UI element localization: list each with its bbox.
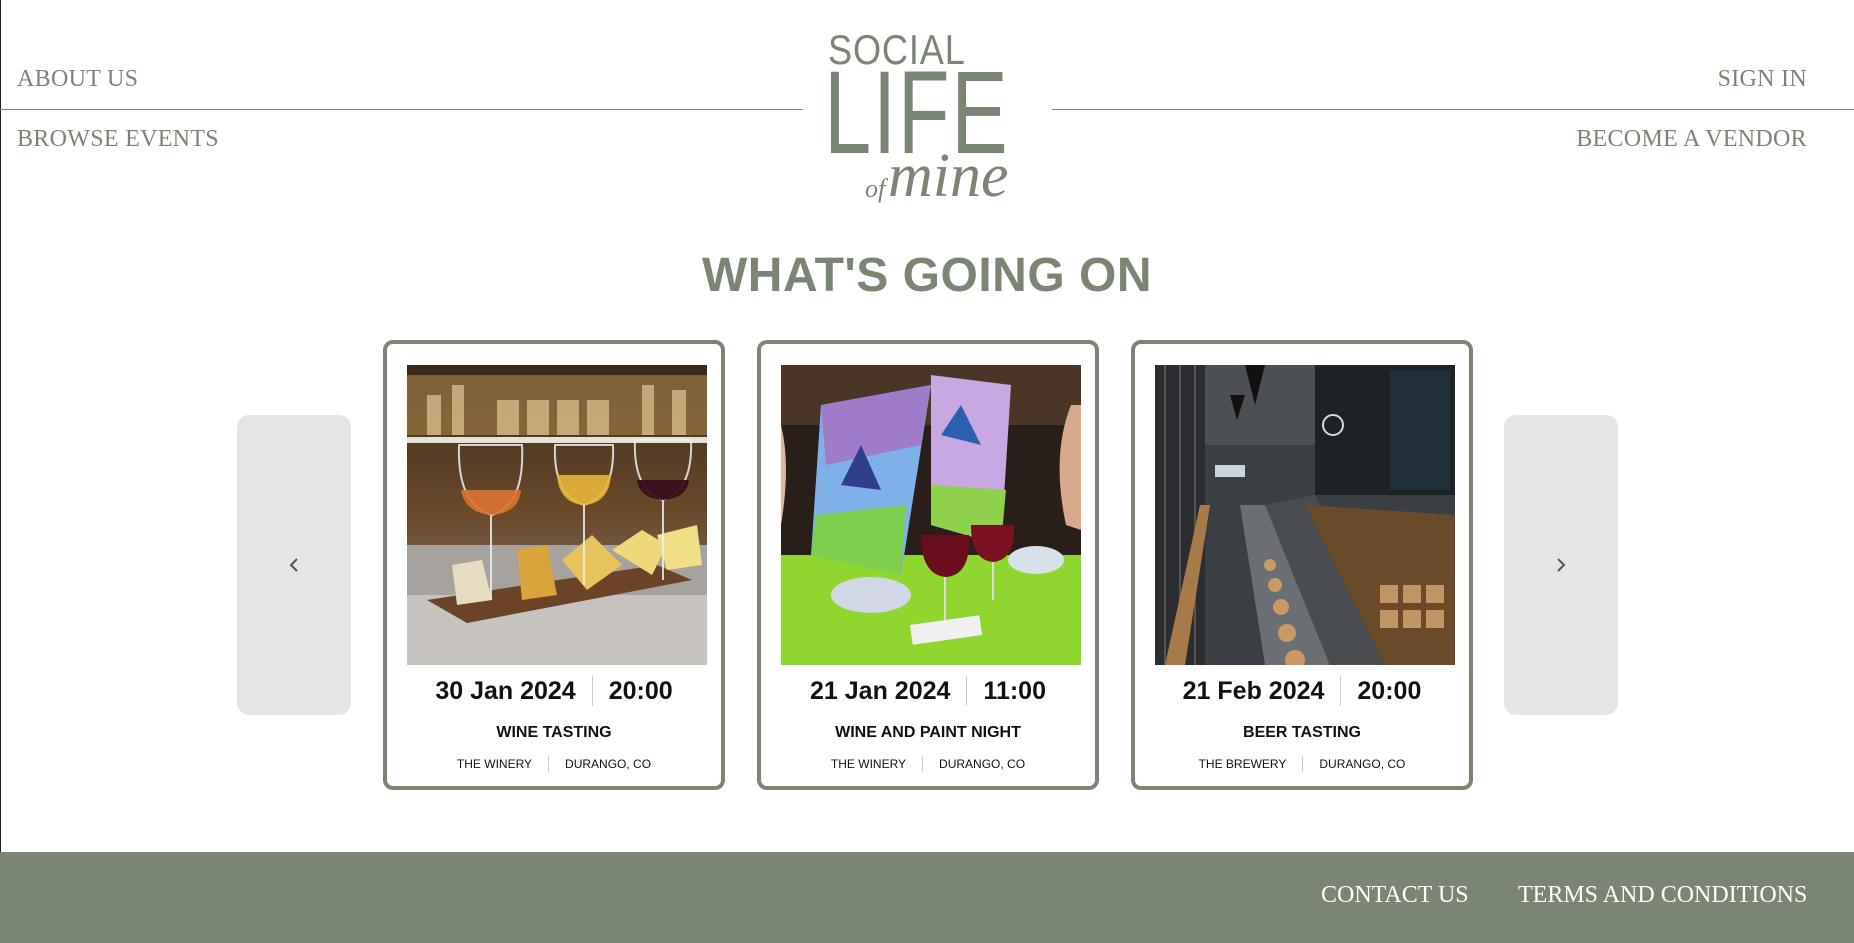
event-venue: THE WINERY xyxy=(830,757,907,771)
carousel-prev-button[interactable] xyxy=(237,415,351,715)
event-title: BEER TASTING xyxy=(1243,724,1361,741)
event-title: WINE AND PAINT NIGHT xyxy=(835,724,1021,741)
carousel-next-button[interactable] xyxy=(1504,415,1618,715)
event-datetime: 21 Jan 2024 11:00 xyxy=(761,676,1095,706)
footer-contact-us[interactable]: CONTACT US xyxy=(1321,882,1469,909)
event-date: 21 Feb 2024 xyxy=(1182,676,1325,705)
event-card[interactable]: 21 Feb 2024 20:00 BEER TASTING THE BREWE… xyxy=(1131,340,1473,790)
event-city: DURANGO, CO xyxy=(565,757,652,771)
section-title: WHAT'S GOING ON xyxy=(702,249,1152,302)
header-rule-left xyxy=(0,109,803,110)
nav-browse-events[interactable]: BROWSE EVENTS xyxy=(17,126,219,153)
datetime-divider xyxy=(1340,676,1342,706)
event-location: THE WINERY DURANGO, CO xyxy=(387,756,721,772)
logo-word-of: of xyxy=(865,174,886,203)
nav-become-vendor[interactable]: BECOME A VENDOR xyxy=(1576,126,1807,153)
event-image-wine-paint-night xyxy=(781,365,1081,665)
nav-about-us[interactable]: ABOUT US xyxy=(17,66,138,93)
event-location: THE BREWERY DURANGO, CO xyxy=(1135,756,1469,772)
event-image-wine-tasting xyxy=(407,365,707,665)
chevron-right-icon xyxy=(1557,558,1566,572)
event-city: DURANGO, CO xyxy=(1319,757,1406,771)
site-header: ABOUT US BROWSE EVENTS SIGN IN BECOME A … xyxy=(0,0,1854,220)
event-venue: THE BREWERY xyxy=(1198,757,1287,771)
event-title: WINE TASTING xyxy=(496,724,612,741)
location-divider xyxy=(922,756,924,772)
event-venue: THE WINERY xyxy=(456,757,533,771)
logo-word-mine: mine xyxy=(888,142,1009,210)
event-location: THE WINERY DURANGO, CO xyxy=(761,756,1095,772)
datetime-divider xyxy=(591,676,593,706)
site-logo[interactable]: SOCIAL LIFE of mine xyxy=(820,26,1040,216)
event-city: DURANGO, CO xyxy=(939,757,1026,771)
location-divider xyxy=(1302,756,1304,772)
location-divider xyxy=(548,756,550,772)
event-time: 11:00 xyxy=(983,676,1046,705)
chevron-left-icon xyxy=(289,558,298,572)
nav-sign-in[interactable]: SIGN IN xyxy=(1718,66,1807,93)
site-footer: CONTACT US TERMS AND CONDITIONS xyxy=(0,852,1854,943)
event-time: 20:00 xyxy=(1357,676,1422,705)
event-time: 20:00 xyxy=(608,676,673,705)
datetime-divider xyxy=(966,676,968,706)
event-date: 30 Jan 2024 xyxy=(435,676,576,705)
event-datetime: 21 Feb 2024 20:00 xyxy=(1135,676,1469,706)
footer-terms-and-conditions[interactable]: TERMS AND CONDITIONS xyxy=(1518,882,1807,909)
header-rule-right xyxy=(1052,109,1854,110)
event-card[interactable]: 21 Jan 2024 11:00 WINE AND PAINT NIGHT T… xyxy=(757,340,1099,790)
event-card[interactable]: 30 Jan 2024 20:00 WINE TASTING THE WINER… xyxy=(383,340,725,790)
event-datetime: 30 Jan 2024 20:00 xyxy=(387,676,721,706)
event-date: 21 Jan 2024 xyxy=(810,676,951,705)
event-image-beer-tasting xyxy=(1155,365,1455,665)
